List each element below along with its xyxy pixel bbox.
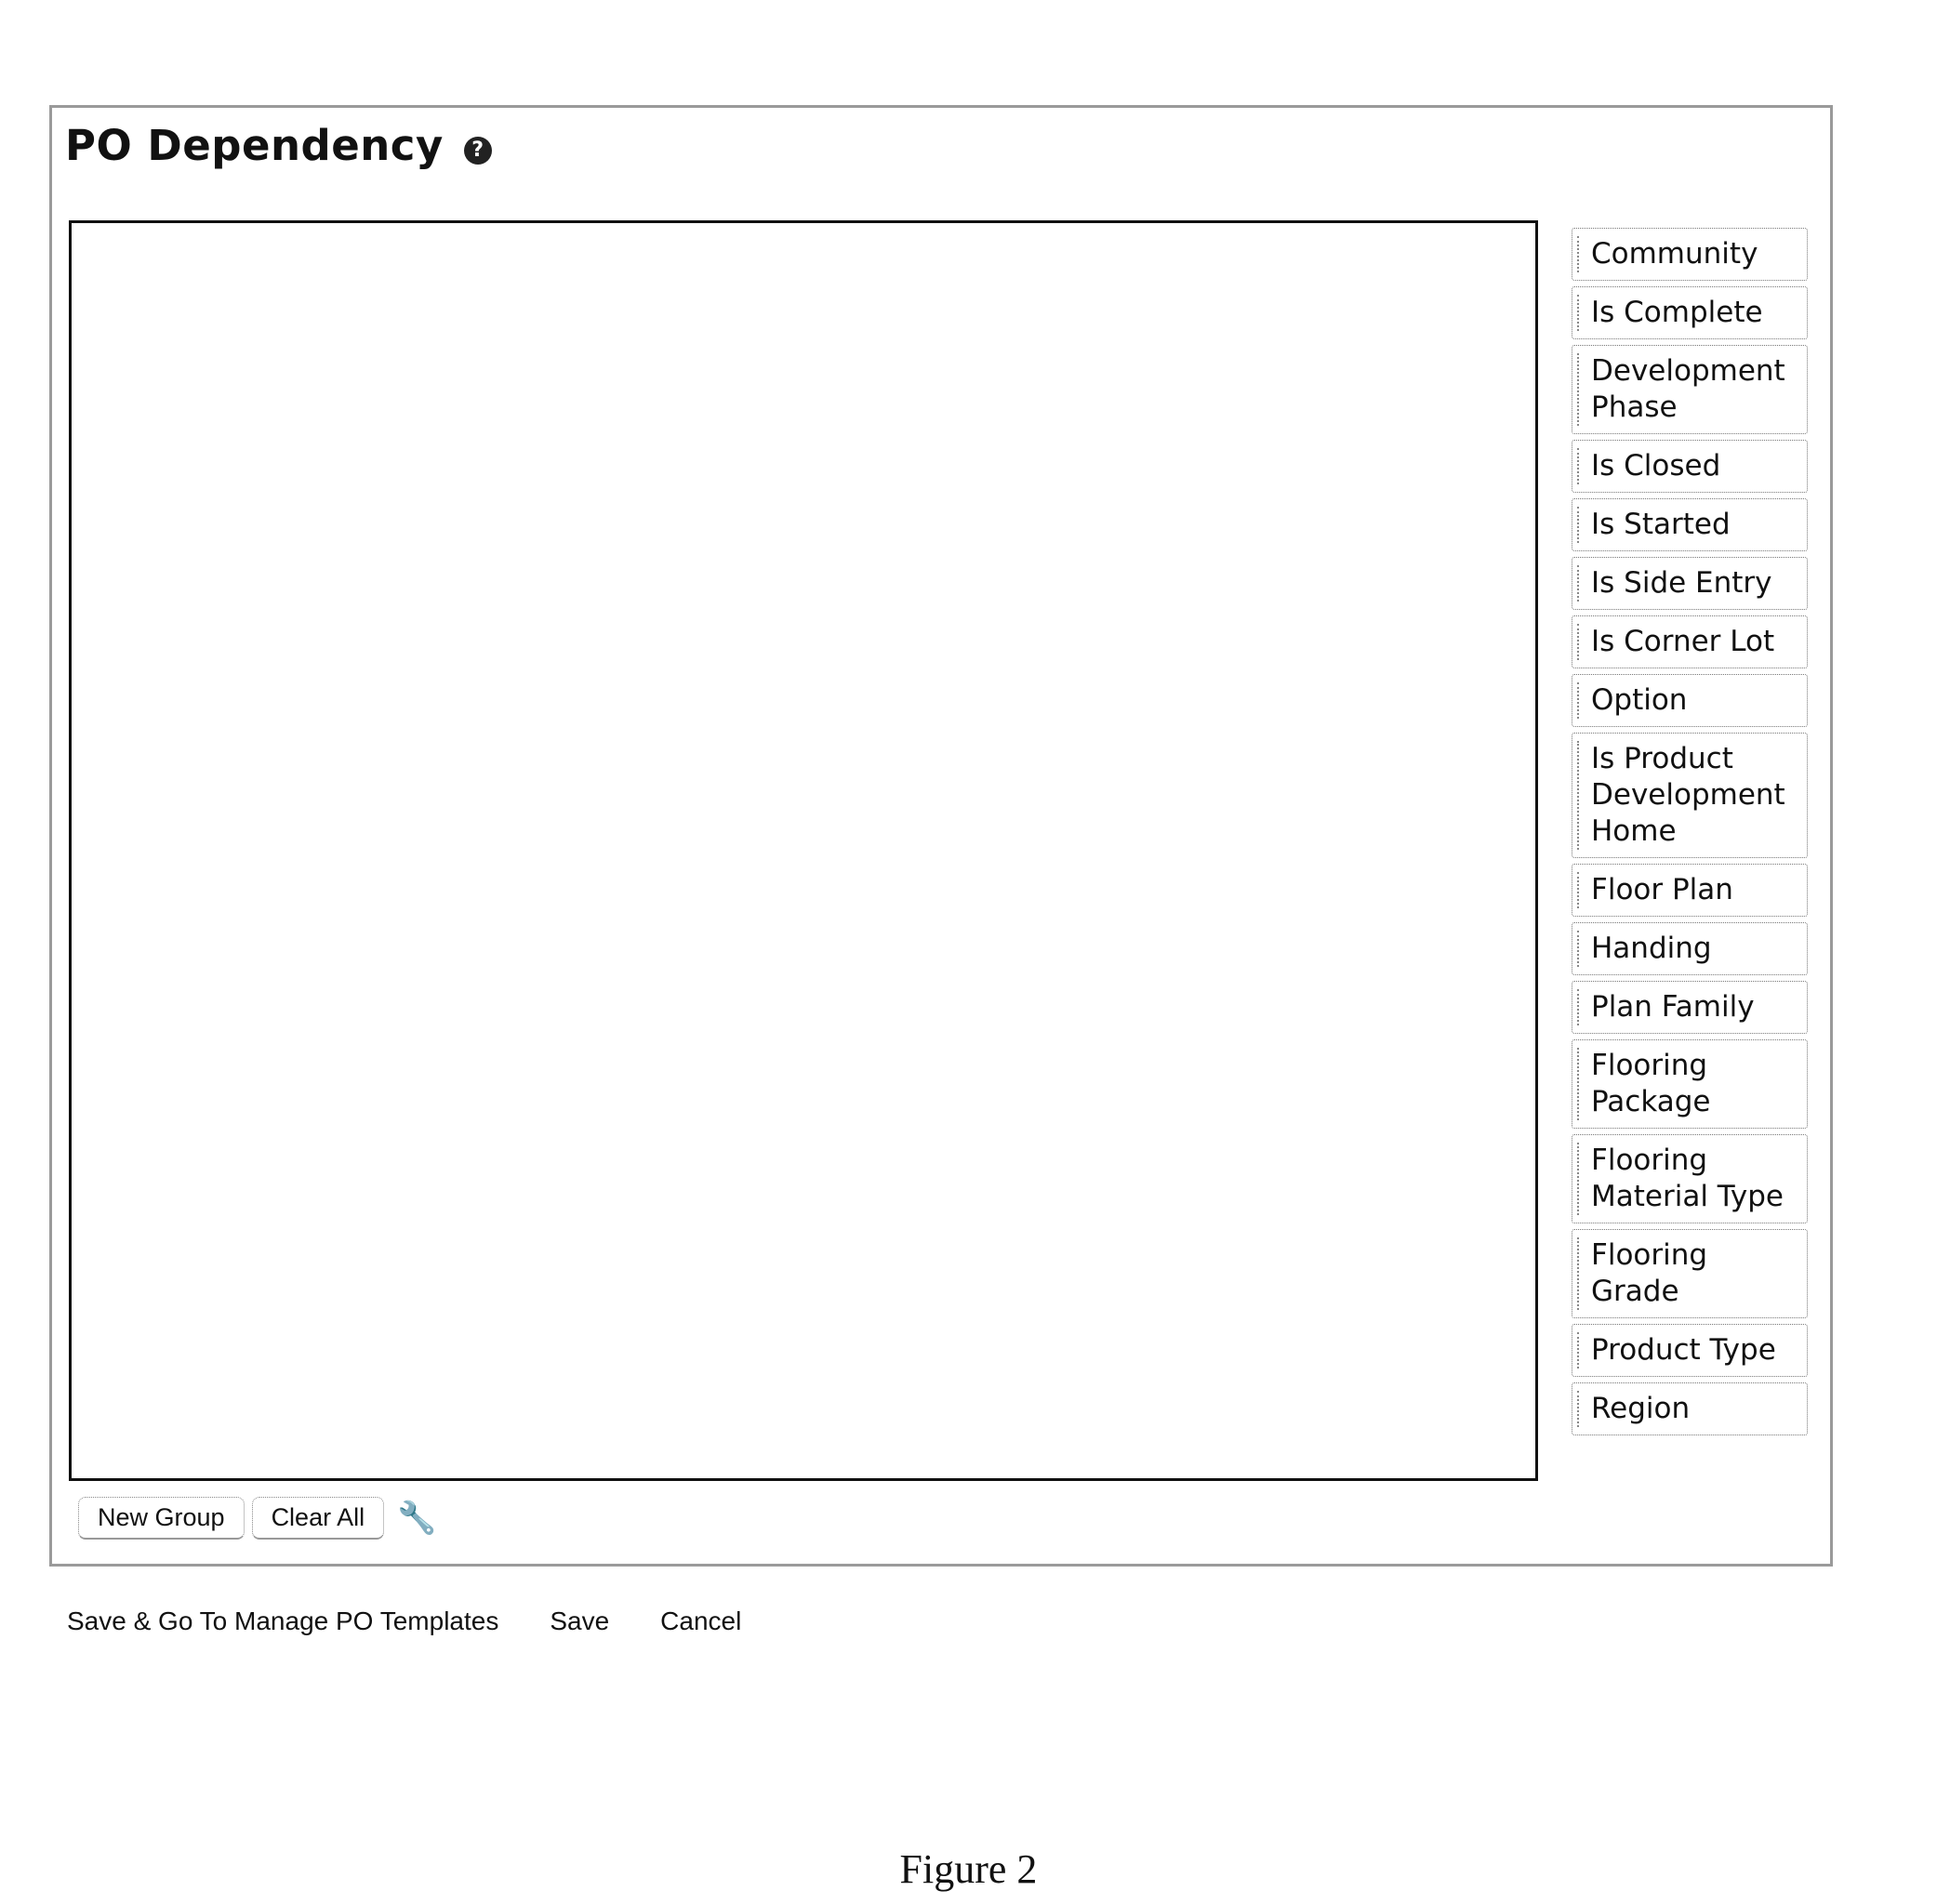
field-label: Is Started — [1591, 508, 1731, 541]
field-label: Option — [1591, 683, 1688, 717]
canvas-toolbar: New Group Clear All 🔧 — [78, 1497, 436, 1540]
field-label: Is Corner Lot — [1591, 625, 1775, 658]
drag-handle-icon[interactable] — [1577, 1391, 1581, 1427]
field-item-region[interactable]: Region — [1572, 1382, 1808, 1435]
field-label: Product Type — [1591, 1333, 1776, 1367]
field-item-plan-family[interactable]: Plan Family — [1572, 981, 1808, 1034]
dependency-canvas[interactable] — [69, 220, 1538, 1481]
field-label: Floor Plan — [1591, 873, 1733, 906]
drag-handle-icon[interactable] — [1577, 1048, 1581, 1120]
wrench-icon[interactable]: 🔧 — [397, 1500, 436, 1537]
drag-handle-icon[interactable] — [1577, 1237, 1581, 1310]
field-label: Plan Family — [1591, 990, 1755, 1024]
drag-handle-icon[interactable] — [1577, 507, 1581, 543]
field-item-is-started[interactable]: Is Started — [1572, 498, 1808, 551]
page-title-text: PO Dependency — [65, 121, 444, 170]
drag-handle-icon[interactable] — [1577, 565, 1581, 602]
drag-handle-icon[interactable] — [1577, 353, 1581, 426]
field-label: Is Complete — [1591, 296, 1763, 329]
field-label: Community — [1591, 237, 1758, 271]
field-label: Handing — [1591, 932, 1712, 965]
drag-handle-icon[interactable] — [1577, 1332, 1581, 1368]
field-item-flooring-grade[interactable]: Flooring Grade — [1572, 1229, 1808, 1318]
drag-handle-icon[interactable] — [1577, 741, 1581, 850]
help-icon[interactable]: ? — [463, 136, 492, 165]
figure-caption: Figure 2 — [899, 1846, 1038, 1892]
drag-handle-icon[interactable] — [1577, 624, 1581, 660]
field-item-is-closed[interactable]: Is Closed — [1572, 440, 1808, 493]
page-title: PO Dependency ? — [65, 121, 492, 170]
field-item-is-corner-lot[interactable]: Is Corner Lot — [1572, 615, 1808, 668]
cancel-link[interactable]: Cancel — [660, 1606, 741, 1636]
field-label: Is Closed — [1591, 449, 1721, 483]
drag-handle-icon[interactable] — [1577, 872, 1581, 908]
clear-all-button[interactable]: Clear All — [251, 1497, 385, 1540]
drag-handle-icon[interactable] — [1577, 931, 1581, 967]
field-item-development-phase[interactable]: Development Phase — [1572, 345, 1808, 434]
field-item-community[interactable]: Community — [1572, 228, 1808, 281]
field-label: Region — [1591, 1392, 1691, 1425]
drag-handle-icon[interactable] — [1577, 1143, 1581, 1215]
drag-handle-icon[interactable] — [1577, 236, 1581, 272]
field-item-is-side-entry[interactable]: Is Side Entry — [1572, 557, 1808, 610]
drag-handle-icon[interactable] — [1577, 448, 1581, 484]
drag-handle-icon[interactable] — [1577, 682, 1581, 719]
field-item-flooring-material-type[interactable]: Flooring Material Type — [1572, 1134, 1808, 1223]
field-list: Community Is Complete Development Phase … — [1572, 228, 1808, 1441]
field-item-handing[interactable]: Handing — [1572, 922, 1808, 975]
field-label: Flooring Package — [1591, 1049, 1711, 1118]
field-item-floor-plan[interactable]: Floor Plan — [1572, 864, 1808, 917]
save-and-go-link[interactable]: Save & Go To Manage PO Templates — [67, 1606, 498, 1636]
drag-handle-icon[interactable] — [1577, 989, 1581, 1025]
field-label: Flooring Grade — [1591, 1238, 1708, 1308]
field-label: Is Side Entry — [1591, 566, 1772, 600]
save-link[interactable]: Save — [550, 1606, 609, 1636]
field-label: Flooring Material Type — [1591, 1144, 1784, 1213]
field-item-product-type[interactable]: Product Type — [1572, 1324, 1808, 1377]
drag-handle-icon[interactable] — [1577, 295, 1581, 331]
new-group-button[interactable]: New Group — [78, 1497, 245, 1540]
field-item-is-product-development-home[interactable]: Is Product Development Home — [1572, 733, 1808, 858]
field-label: Is Product Development Home — [1591, 742, 1785, 848]
field-item-flooring-package[interactable]: Flooring Package — [1572, 1039, 1808, 1129]
field-item-option[interactable]: Option — [1572, 674, 1808, 727]
field-label: Development Phase — [1591, 354, 1785, 424]
page-actions: Save & Go To Manage PO Templates Save Ca… — [67, 1606, 741, 1636]
field-item-is-complete[interactable]: Is Complete — [1572, 286, 1808, 339]
